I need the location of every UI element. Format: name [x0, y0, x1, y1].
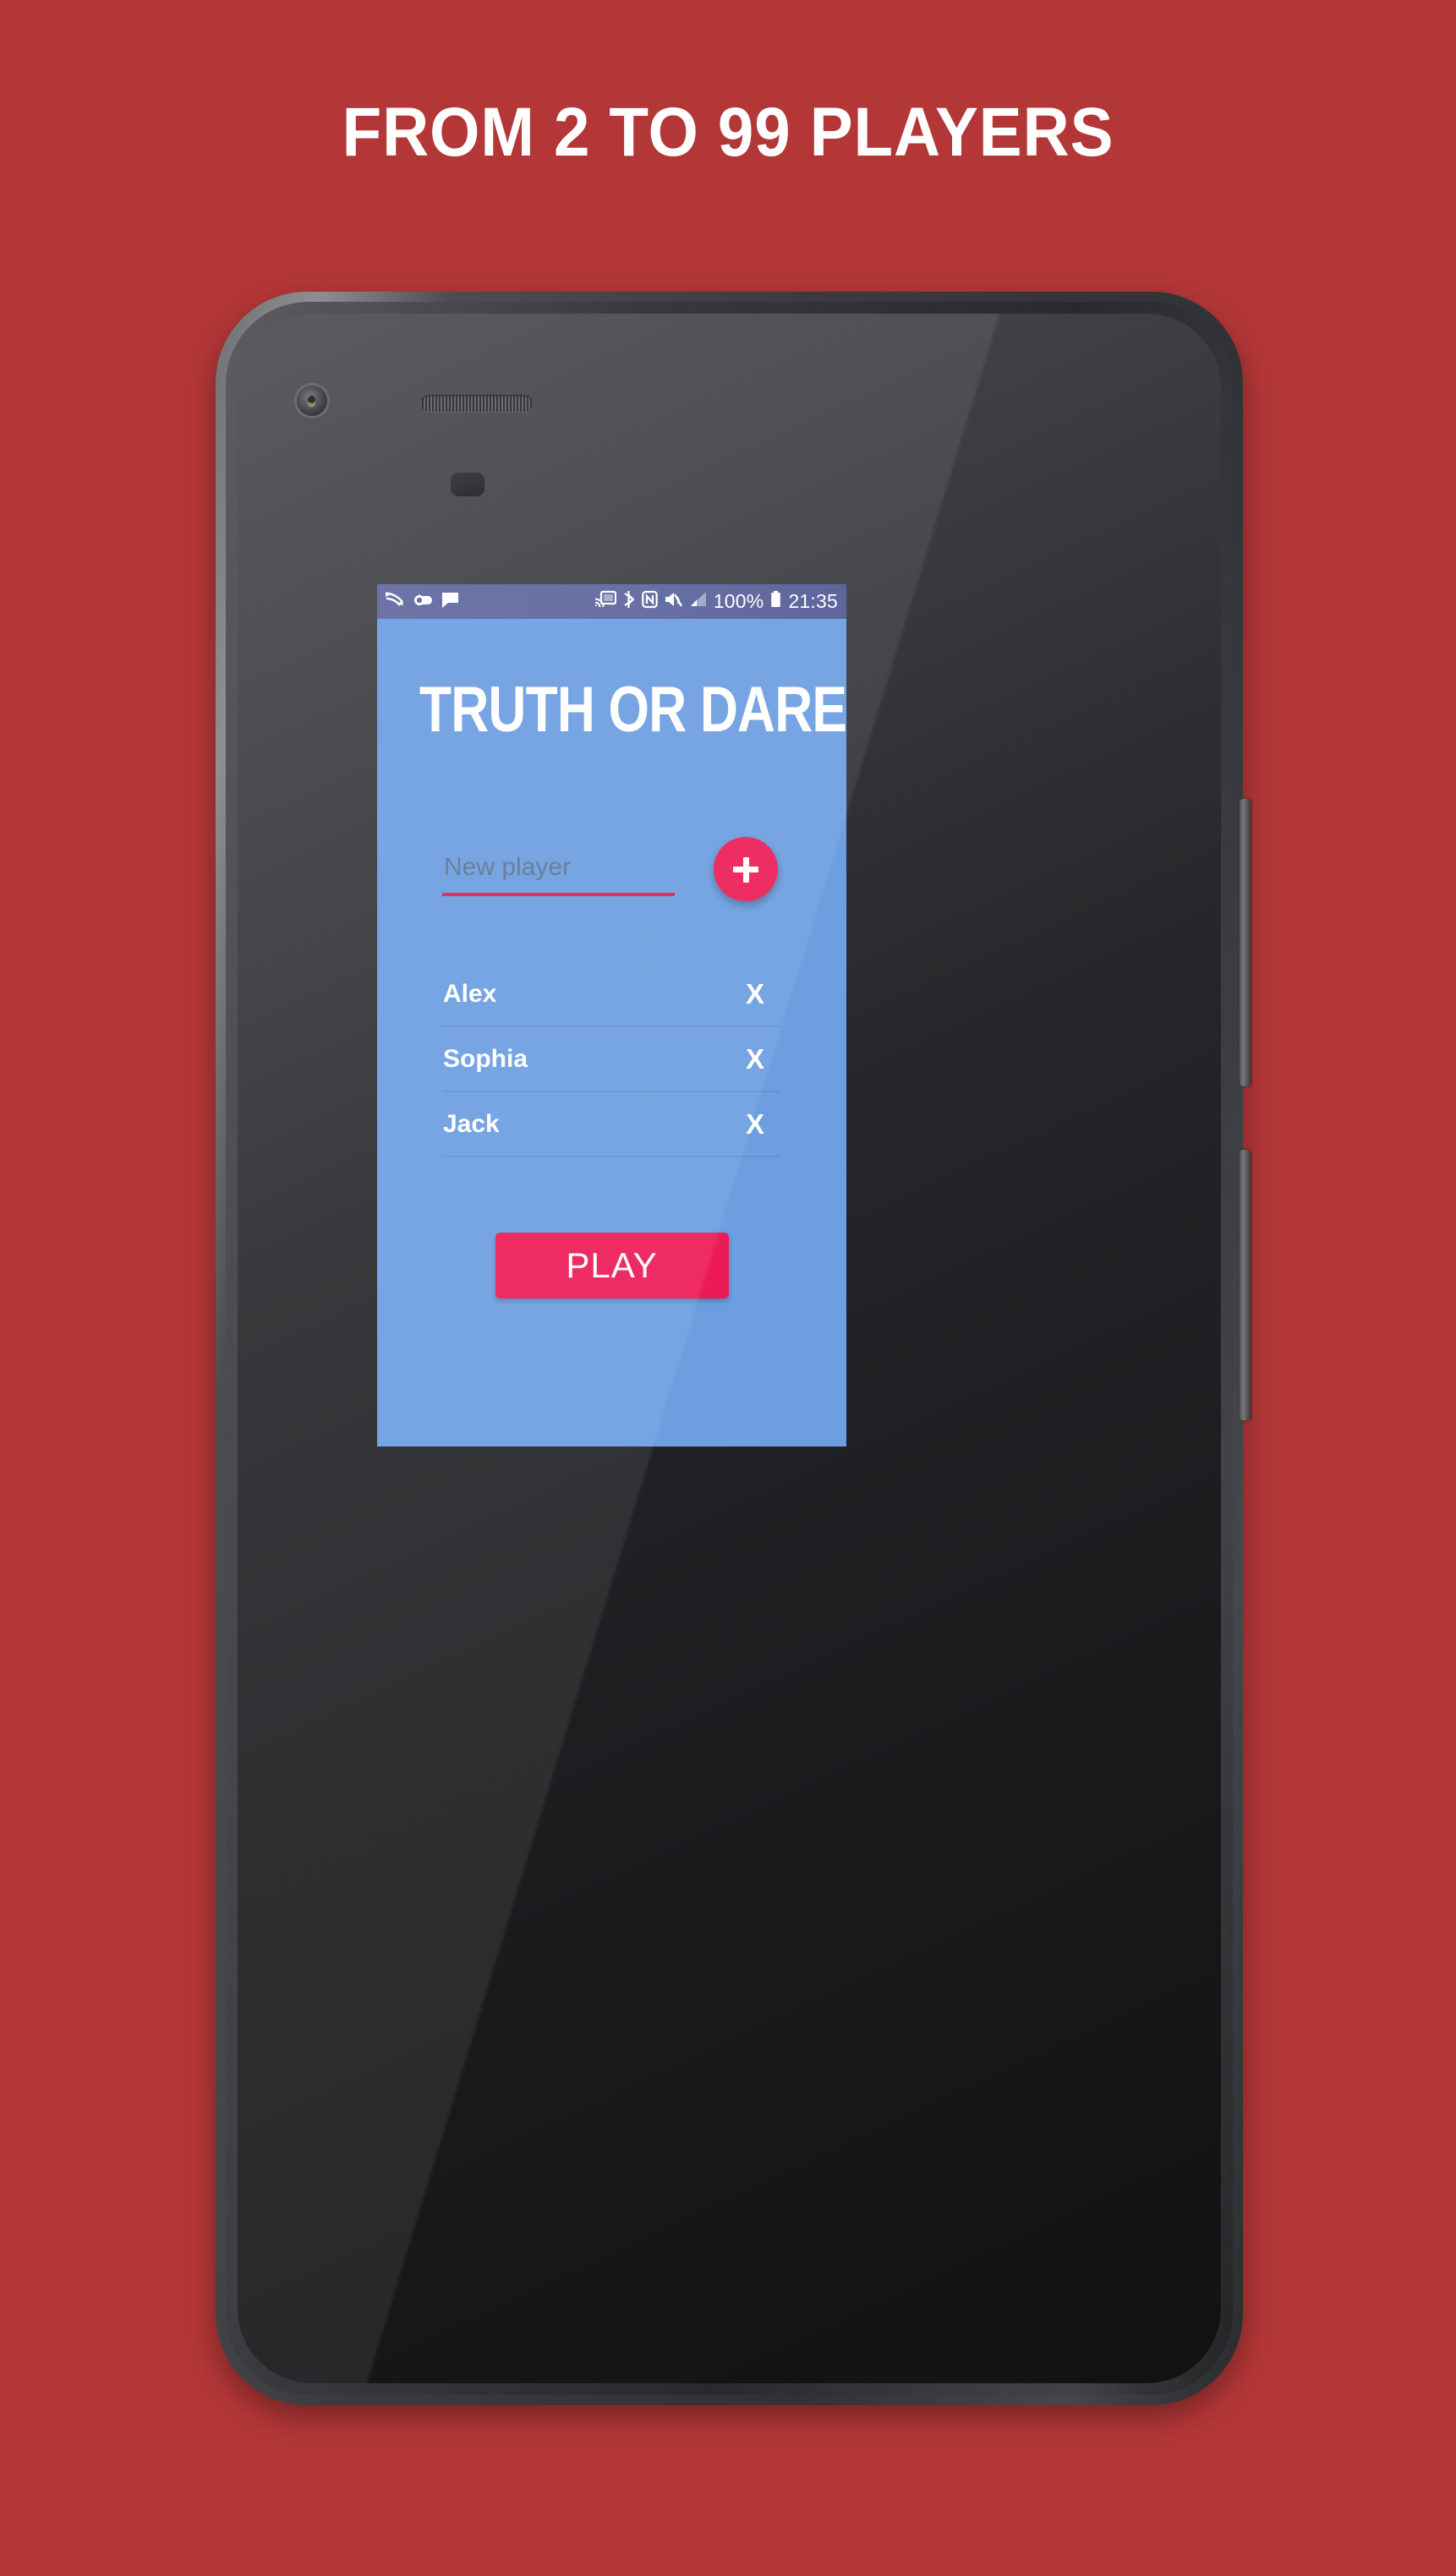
player-row: Alex X — [442, 962, 780, 1027]
volume-button[interactable] — [1240, 1150, 1251, 1420]
remove-player-button[interactable]: X — [730, 978, 780, 1010]
player-name: Jack — [443, 1109, 500, 1138]
phone-screen: 100% 21:35 TRUTH OR DARE New player Alex… — [377, 584, 846, 1447]
nfc-icon — [641, 590, 658, 613]
player-row: Jack X — [442, 1092, 780, 1157]
remove-player-button[interactable]: X — [730, 1108, 780, 1140]
player-name: Alex — [443, 979, 497, 1008]
signal-icon — [689, 590, 708, 613]
player-list: Alex X Sophia X Jack X — [442, 962, 780, 1157]
status-bar-clock: 21:35 — [788, 590, 838, 612]
plus-icon-vertical — [742, 856, 749, 883]
phone-glass-face: 100% 21:35 TRUTH OR DARE New player Alex… — [238, 314, 1221, 2383]
add-player-row — [377, 837, 846, 906]
phone-device: 100% 21:35 TRUTH OR DARE New player Alex… — [216, 292, 1251, 2405]
bluetooth-icon — [622, 590, 636, 613]
power-button[interactable] — [1240, 799, 1251, 1086]
battery-full-icon — [769, 590, 782, 613]
earpiece-speaker-icon — [420, 395, 533, 412]
status-bar: 100% 21:35 — [377, 584, 846, 619]
new-player-input[interactable] — [442, 847, 675, 896]
remove-player-button[interactable]: X — [730, 1043, 780, 1075]
status-bar-right-icons: 100% 21:35 — [594, 590, 838, 613]
promo-screenshot: FROM 2 TO 99 PLAYERS 100% 21:35 TRUTH OR… — [0, 0, 1456, 2576]
battery-percent: 100% — [713, 590, 764, 612]
front-camera-icon — [297, 386, 327, 416]
cloud-sync-icon — [413, 590, 433, 613]
promo-headline: FROM 2 TO 99 PLAYERS — [342, 94, 1114, 171]
play-button[interactable]: PLAY — [495, 1233, 729, 1299]
app-title: TRUTH OR DARE — [419, 674, 846, 746]
add-player-button[interactable] — [714, 837, 778, 901]
app-content: TRUTH OR DARE Alex X — [377, 619, 846, 1447]
cast-icon — [594, 590, 616, 613]
player-row: Sophia X — [442, 1027, 780, 1092]
player-name: Sophia — [443, 1044, 528, 1073]
swipe-input-icon — [385, 590, 405, 613]
proximity-sensor-icon — [451, 473, 484, 496]
status-bar-left-icons — [385, 590, 594, 613]
volume-mute-icon — [664, 590, 683, 613]
message-bubble-icon — [441, 590, 460, 613]
